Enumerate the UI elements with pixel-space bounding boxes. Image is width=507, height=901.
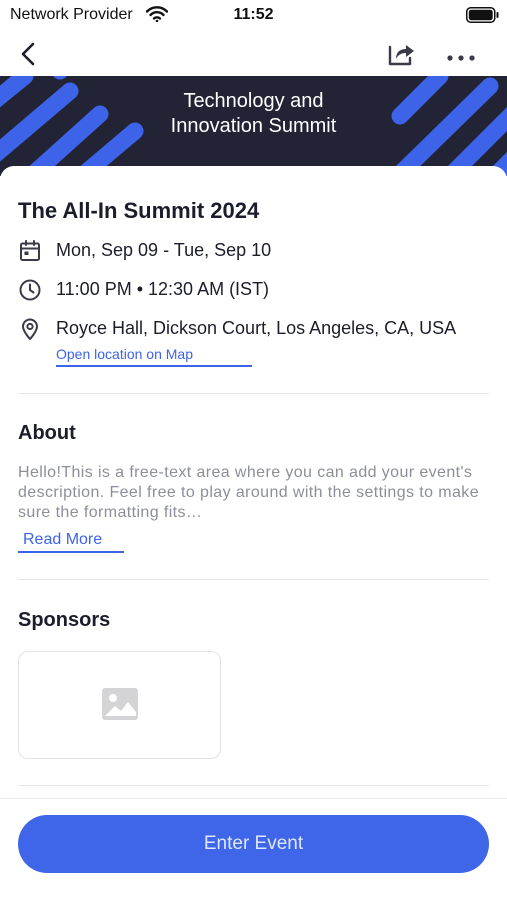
battery-icon — [466, 7, 499, 23]
clock-icon — [19, 279, 41, 301]
status-bar: Network Provider 11:52 — [0, 0, 507, 32]
share-icon — [388, 45, 414, 66]
divider — [18, 579, 489, 580]
sponsor-logo-card[interactable] — [18, 651, 221, 759]
more-horizontal-icon — [447, 55, 475, 61]
image-placeholder-icon — [102, 688, 138, 720]
about-heading: About — [18, 422, 76, 444]
read-more-link[interactable]: Read More — [18, 531, 125, 553]
back-button[interactable] — [14, 38, 46, 70]
event-banner: Technology and Innovation Summit — [0, 76, 507, 176]
footer-bar: Enter Event — [0, 798, 507, 901]
chevron-left-icon — [21, 42, 35, 66]
event-title: The All-In Summit 2024 — [18, 198, 260, 223]
location-pin-icon — [22, 318, 38, 340]
enter-event-button[interactable]: Enter Event — [18, 815, 489, 873]
banner-title: Technology and Innovation Summit — [170, 90, 337, 137]
clock: 11:52 — [233, 6, 274, 23]
divider — [18, 393, 489, 394]
event-location: Royce Hall, Dickson Court, Los Angeles, … — [56, 318, 457, 338]
more-button[interactable] — [444, 38, 478, 70]
event-details-card: The All-In Summit 2024 Mon, Sep 09 - Tue… — [0, 166, 507, 806]
sponsors-heading: Sponsors — [18, 609, 111, 631]
divider — [18, 785, 489, 786]
open-map-link[interactable]: Open location on Map — [56, 346, 252, 367]
event-time: 11:00 PM • 12:30 AM (IST) — [56, 279, 270, 299]
event-date: Mon, Sep 09 - Tue, Sep 10 — [56, 240, 272, 260]
about-description: Hello!This is a free-text area where you… — [18, 464, 479, 521]
share-button[interactable] — [384, 38, 418, 70]
calendar-icon — [20, 240, 40, 261]
nav-bar — [0, 32, 507, 76]
